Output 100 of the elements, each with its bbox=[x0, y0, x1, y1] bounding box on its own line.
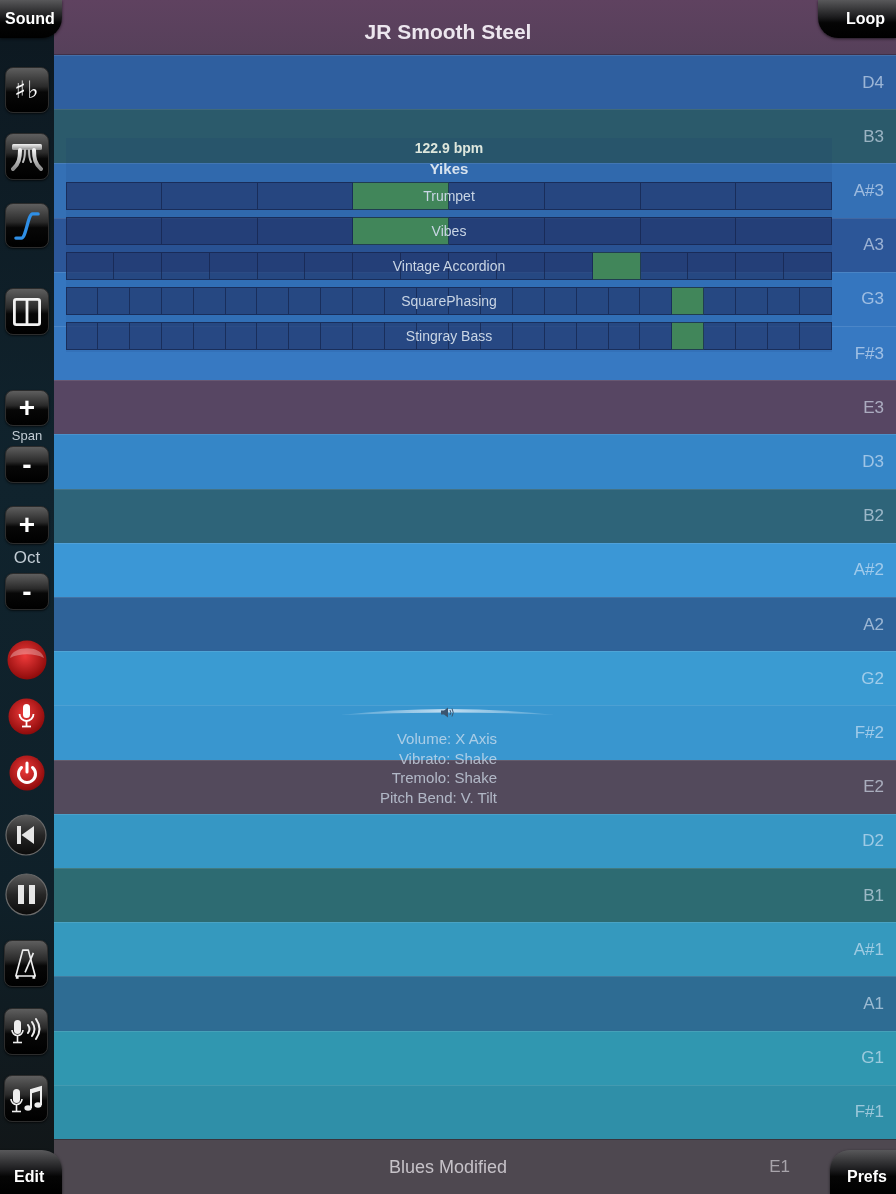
step-cell[interactable] bbox=[736, 252, 785, 280]
step-cell[interactable] bbox=[289, 287, 322, 315]
note-row[interactable]: A1 bbox=[54, 976, 896, 1031]
step-cell[interactable] bbox=[129, 322, 162, 350]
step-cell[interactable] bbox=[640, 182, 737, 210]
octave-decrease-button[interactable]: - bbox=[5, 573, 49, 610]
step-cell[interactable] bbox=[640, 217, 737, 245]
note-row[interactable]: B2 bbox=[54, 488, 896, 543]
split-view-icon bbox=[13, 297, 41, 326]
step-cell[interactable] bbox=[768, 322, 801, 350]
microphone-button[interactable] bbox=[8, 698, 45, 735]
note-row[interactable]: A#1 bbox=[54, 922, 896, 977]
step-cell[interactable] bbox=[66, 322, 98, 350]
note-row[interactable]: D3 bbox=[54, 434, 896, 489]
note-row[interactable]: A2 bbox=[54, 597, 896, 652]
step-cell[interactable] bbox=[289, 322, 322, 350]
octave-increase-button[interactable]: + bbox=[5, 506, 49, 544]
step-cell[interactable] bbox=[353, 322, 386, 350]
split-view-button[interactable] bbox=[5, 288, 49, 335]
step-cell[interactable] bbox=[161, 217, 258, 245]
step-cell[interactable] bbox=[576, 322, 609, 350]
step-cell[interactable] bbox=[736, 322, 769, 350]
step-cell[interactable] bbox=[161, 182, 258, 210]
step-cell[interactable] bbox=[209, 252, 258, 280]
step-cell[interactable] bbox=[768, 287, 801, 315]
microphone-music-button[interactable] bbox=[4, 1075, 48, 1122]
step-cell[interactable] bbox=[800, 322, 832, 350]
span-increase-button[interactable]: + bbox=[5, 390, 49, 426]
step-cell[interactable] bbox=[193, 287, 226, 315]
step-cell[interactable] bbox=[544, 182, 641, 210]
step-cell[interactable] bbox=[784, 252, 832, 280]
span-decrease-button[interactable]: - bbox=[5, 446, 49, 483]
step-cell[interactable] bbox=[512, 322, 545, 350]
step-cell[interactable] bbox=[608, 287, 641, 315]
step-cell[interactable] bbox=[544, 252, 593, 280]
step-cell[interactable] bbox=[161, 287, 194, 315]
step-cell[interactable] bbox=[640, 252, 689, 280]
step-cell[interactable] bbox=[544, 217, 641, 245]
microphone-waves-button[interactable] bbox=[4, 1008, 48, 1055]
pause-button[interactable] bbox=[5, 873, 48, 916]
step-cell[interactable] bbox=[672, 322, 705, 350]
step-cell[interactable] bbox=[161, 252, 210, 280]
step-cell[interactable] bbox=[257, 182, 354, 210]
note-row[interactable]: B1 bbox=[54, 868, 896, 923]
accidentals-button[interactable]: ♯♭ bbox=[5, 67, 49, 113]
step-cell[interactable] bbox=[113, 252, 162, 280]
metronome-button[interactable] bbox=[4, 940, 48, 987]
step-cell[interactable] bbox=[736, 182, 832, 210]
note-row[interactable]: D4 bbox=[54, 55, 896, 110]
step-cell[interactable] bbox=[704, 322, 737, 350]
step-cell[interactable] bbox=[800, 287, 832, 315]
step-cell[interactable] bbox=[576, 287, 609, 315]
loop-button[interactable]: Loop bbox=[818, 0, 896, 38]
step-cell[interactable] bbox=[544, 287, 577, 315]
step-cell[interactable] bbox=[66, 287, 98, 315]
step-cell[interactable] bbox=[640, 322, 673, 350]
step-cell[interactable] bbox=[257, 287, 290, 315]
step-cell[interactable] bbox=[592, 252, 641, 280]
step-cell[interactable] bbox=[161, 322, 194, 350]
note-row[interactable]: E3 bbox=[54, 380, 896, 435]
step-cell[interactable] bbox=[193, 322, 226, 350]
curve-button[interactable] bbox=[5, 203, 49, 248]
step-cell[interactable] bbox=[736, 217, 832, 245]
edit-button[interactable]: Edit bbox=[0, 1150, 62, 1194]
record-button[interactable] bbox=[7, 640, 47, 680]
note-row[interactable]: D2 bbox=[54, 813, 896, 869]
note-row[interactable]: G1 bbox=[54, 1030, 896, 1085]
note-row[interactable]: A#2 bbox=[54, 542, 896, 598]
step-cell[interactable] bbox=[129, 287, 162, 315]
step-cell[interactable] bbox=[512, 287, 545, 315]
skip-back-icon bbox=[5, 814, 47, 856]
sound-button[interactable]: Sound bbox=[0, 0, 62, 38]
step-cell[interactable] bbox=[66, 252, 114, 280]
step-cell[interactable] bbox=[97, 287, 130, 315]
prefs-button[interactable]: Prefs bbox=[830, 1150, 896, 1194]
step-cell[interactable] bbox=[305, 252, 354, 280]
step-cell[interactable] bbox=[321, 322, 354, 350]
note-row[interactable]: G2 bbox=[54, 651, 896, 706]
pitch-bend-button[interactable] bbox=[5, 133, 49, 180]
step-cell[interactable] bbox=[321, 287, 354, 315]
step-cell[interactable] bbox=[225, 322, 258, 350]
step-cell[interactable] bbox=[257, 322, 290, 350]
step-cell[interactable] bbox=[66, 182, 162, 210]
step-cell[interactable] bbox=[257, 217, 354, 245]
step-cell[interactable] bbox=[608, 322, 641, 350]
step-cell[interactable] bbox=[640, 287, 673, 315]
step-cell[interactable] bbox=[544, 322, 577, 350]
skip-back-button[interactable] bbox=[5, 814, 47, 856]
step-cell[interactable] bbox=[225, 287, 258, 315]
note-label: A#3 bbox=[853, 181, 884, 201]
step-cell[interactable] bbox=[704, 287, 737, 315]
step-cell[interactable] bbox=[257, 252, 306, 280]
step-cell[interactable] bbox=[688, 252, 737, 280]
step-cell[interactable] bbox=[66, 217, 162, 245]
note-row[interactable]: F#1 bbox=[54, 1084, 896, 1140]
step-cell[interactable] bbox=[353, 287, 386, 315]
step-cell[interactable] bbox=[672, 287, 705, 315]
step-cell[interactable] bbox=[736, 287, 769, 315]
power-button[interactable] bbox=[9, 755, 45, 791]
step-cell[interactable] bbox=[97, 322, 130, 350]
